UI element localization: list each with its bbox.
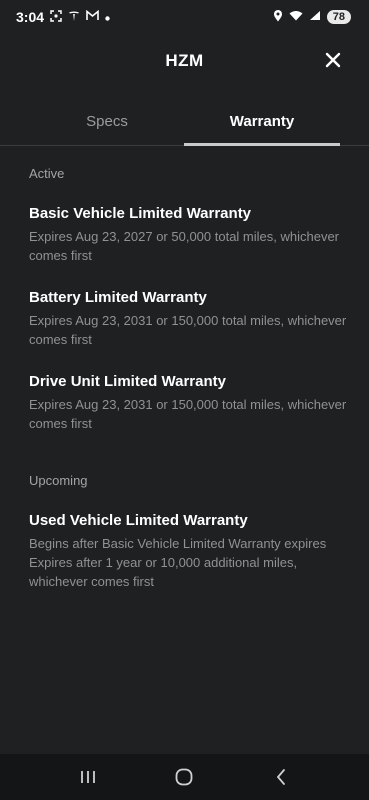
warranty-description-expiry: Expires after 1 year or 10,000 additiona… (29, 555, 298, 589)
tab-warranty[interactable]: Warranty (184, 96, 340, 146)
warranty-item-drive-unit: Drive Unit Limited Warranty Expires Aug … (29, 372, 349, 433)
wifi-icon (289, 10, 303, 24)
tab-specs[interactable]: Specs (30, 96, 184, 146)
warranty-item-battery: Battery Limited Warranty Expires Aug 23,… (29, 288, 349, 349)
screenshot-icon (50, 9, 62, 25)
warranty-title: Drive Unit Limited Warranty (29, 373, 226, 390)
page-title: HZM (165, 51, 204, 70)
battery-indicator: 78 (326, 10, 351, 24)
section-label-active: Active (29, 166, 65, 181)
home-icon (176, 768, 193, 786)
system-nav-bar (0, 754, 369, 800)
section-label-upcoming: Upcoming (29, 473, 88, 488)
warranty-title: Basic Vehicle Limited Warranty (29, 205, 252, 222)
back-button[interactable] (261, 762, 301, 792)
warranty-title: Battery Limited Warranty (29, 289, 207, 306)
status-right: 78 (273, 9, 351, 25)
location-icon (273, 9, 283, 25)
recents-icon (81, 771, 96, 783)
notification-dot-icon (105, 10, 110, 24)
status-bar: 3:04 78 (0, 0, 369, 34)
tesla-icon (68, 10, 80, 25)
status-time: 3:04 (16, 9, 45, 25)
warranty-description: Begins after Basic Vehicle Limited Warra… (29, 536, 327, 551)
tab-bar: Specs Warranty (0, 96, 369, 146)
home-button[interactable] (164, 762, 204, 792)
warranty-description: Expires Aug 23, 2027 or 50,000 total mil… (29, 229, 340, 263)
warranty-item-used-vehicle: Used Vehicle Limited Warranty Begins aft… (29, 511, 349, 591)
gmail-icon (86, 9, 99, 24)
close-icon (325, 52, 341, 68)
warranty-description: Expires Aug 23, 2031 or 150,000 total mi… (29, 313, 347, 347)
warranty-list: Active Basic Vehicle Limited Warranty Ex… (29, 166, 349, 591)
active-tab-indicator (184, 143, 340, 146)
close-button[interactable] (321, 48, 345, 72)
back-icon (276, 769, 285, 785)
warranty-description: Expires Aug 23, 2031 or 150,000 total mi… (29, 397, 347, 431)
status-left: 3:04 (16, 9, 110, 25)
recents-button[interactable] (68, 762, 108, 792)
warranty-item-basic-vehicle: Basic Vehicle Limited Warranty Expires A… (29, 204, 349, 265)
signal-icon (309, 10, 321, 24)
header: HZM (0, 44, 369, 78)
warranty-title: Used Vehicle Limited Warranty (29, 512, 248, 529)
